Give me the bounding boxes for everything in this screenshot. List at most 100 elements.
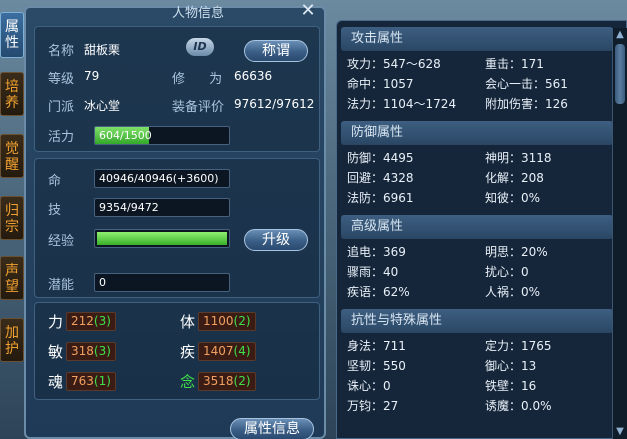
attr-value: 3518(2) [198, 372, 256, 391]
attr-label: 魂 [48, 373, 64, 391]
attr-bonus-value: (1) [93, 374, 111, 388]
section-header: 攻击属性 [341, 27, 613, 51]
stat-item: 定力：1765 [485, 339, 552, 353]
upgrade-button[interactable]: 升级 [244, 229, 308, 251]
potential-value: 0 [94, 273, 230, 292]
tab-blessing[interactable]: 加护 [0, 318, 24, 362]
stat-item: 防御：4495 [347, 151, 414, 165]
attr-value: 1100(2) [198, 312, 256, 331]
sect-label: 门派 [48, 100, 75, 115]
stat-item: 骤雨：40 [347, 265, 399, 279]
stat-item: 疾语：62% [347, 285, 410, 299]
stat-item: 法防：6961 [347, 191, 414, 205]
stat-item: 神明：3118 [485, 151, 552, 165]
stat-item: 御心：13 [485, 359, 537, 373]
level-label: 等级 [48, 72, 75, 87]
attr-bonus-value: (3) [93, 314, 111, 328]
stat-item: 人祸：0% [485, 285, 541, 299]
hp-value: 40946/40946(+3600) [94, 169, 230, 188]
stat-item: 会心一击：561 [485, 77, 568, 91]
attr-label: 力 [48, 313, 64, 331]
tab-cultivate[interactable]: 培养 [0, 72, 24, 116]
vitality-label: 活力 [48, 130, 75, 145]
title-button[interactable]: 称谓 [244, 40, 308, 62]
cultivation-value: 66636 [234, 69, 273, 83]
tab-awaken-label: 觉醒 [5, 141, 19, 173]
tab-blessing-label: 加护 [5, 325, 19, 357]
stat-item: 化解：208 [485, 171, 544, 185]
exp-label: 经验 [48, 234, 75, 249]
stat-item: 明思：20% [485, 245, 548, 259]
close-icon[interactable]: ✕ [298, 2, 318, 20]
attr-label: 念 [180, 373, 196, 391]
attr-base-value: 1100 [203, 314, 234, 328]
sect-value: 冰心堂 [84, 99, 121, 113]
stat-item: 身法：711 [347, 339, 406, 353]
attribute-detail-panel: 攻击属性攻力：547～628 重击：171 命中：1057 会心一击：561 法力：11… [336, 20, 627, 439]
equip-score-value: 97612/97612 [234, 97, 315, 111]
stat-item: 知彼：0% [485, 191, 541, 205]
name-label: 名称 [48, 44, 75, 59]
stat-item: 附加伤害：126 [485, 97, 568, 111]
attr-base-value: 318 [71, 344, 94, 358]
stat-item: 诛心：0 [347, 379, 391, 393]
stat-item: 回避：4328 [347, 171, 414, 185]
attr-base-value: 1407 [203, 344, 234, 358]
scroll-up-icon[interactable]: ▲ [613, 28, 627, 42]
skill-value: 9354/9472 [94, 198, 230, 217]
tab-reputation[interactable]: 声望 [0, 256, 24, 300]
stat-item: 坚韧：550 [347, 359, 406, 373]
attr-label: 体 [180, 313, 196, 331]
stat-item: 攻力：547～628 [347, 57, 441, 71]
stat-item: 法力：1104～1724 [347, 97, 457, 111]
stat-item: 扰心：0 [485, 265, 529, 279]
cultivation-label: 修 为 [172, 72, 233, 87]
attr-value: 212(3) [66, 312, 116, 331]
character-info-panel: 人物信息 ✕ 名称 甜板栗 ID 称谓 等级 79 修 为 66636 门派 冰… [24, 2, 326, 439]
scrollbar[interactable]: ▲ ▼ [612, 28, 627, 439]
scroll-down-icon[interactable]: ▼ [613, 425, 627, 439]
hp-label: 命 [48, 174, 62, 189]
tab-cultivate-label: 培养 [5, 79, 19, 111]
stat-item: 万钧：27 [347, 399, 399, 413]
stat-item: 铁壁：16 [485, 379, 537, 393]
attr-bonus-value: (2) [233, 314, 251, 328]
attr-value: 1407(4) [198, 342, 256, 361]
vitality-value: 604/1500 [99, 129, 152, 142]
tab-awaken[interactable]: 觉醒 [0, 134, 24, 178]
attr-bonus-value: (3) [93, 344, 111, 358]
id-icon[interactable]: ID [186, 38, 214, 56]
scroll-thumb[interactable] [615, 44, 625, 104]
attr-value: 318(3) [66, 342, 116, 361]
section-header: 抗性与特殊属性 [341, 309, 613, 333]
attr-label: 敏 [48, 343, 64, 361]
exp-bar [94, 229, 230, 248]
equip-score-label: 装备评价 [172, 100, 225, 115]
attribute-info-button[interactable]: 属性信息 [230, 418, 314, 439]
stat-item: 命中：1057 [347, 77, 414, 91]
exp-bar-fill [97, 232, 227, 245]
stat-item: 诱魔：0.0% [485, 399, 552, 413]
name-value: 甜板栗 [84, 43, 121, 57]
section-header: 高级属性 [341, 215, 613, 239]
attr-base-value: 3518 [203, 374, 234, 388]
attr-bonus-value: (4) [233, 344, 251, 358]
attr-value: 763(1) [66, 372, 116, 391]
tab-attributes[interactable]: 属性 [0, 12, 24, 58]
skill-label: 技 [48, 203, 62, 218]
level-value: 79 [84, 69, 100, 83]
tab-return[interactable]: 归宗 [0, 196, 24, 240]
tab-reputation-label: 声望 [5, 263, 19, 295]
stat-item: 重击：171 [485, 57, 544, 71]
stat-item: 追电：369 [347, 245, 406, 259]
vitality-bar: 604/1500 [94, 126, 230, 145]
tab-return-label: 归宗 [5, 203, 19, 235]
potential-label: 潜能 [48, 278, 75, 293]
attr-base-value: 763 [71, 374, 94, 388]
attr-label: 疾 [180, 343, 196, 361]
section-header: 防御属性 [341, 121, 613, 145]
attr-base-value: 212 [71, 314, 94, 328]
panel-title: 人物信息 [172, 6, 225, 21]
attr-bonus-value: (2) [233, 374, 251, 388]
tab-attributes-label: 属性 [5, 19, 19, 51]
